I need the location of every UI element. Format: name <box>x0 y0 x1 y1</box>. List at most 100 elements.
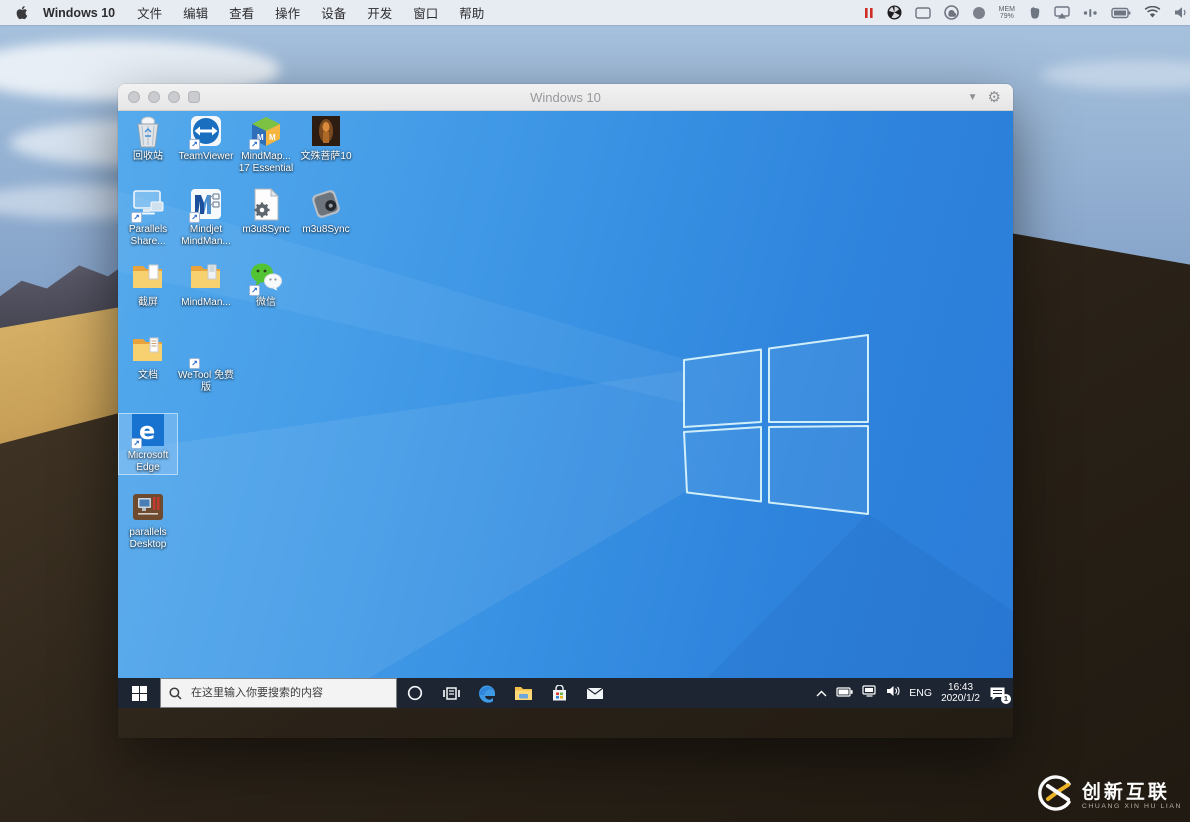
action-center-button[interactable]: 1 <box>989 686 1011 704</box>
menu-window[interactable]: 窗口 <box>413 3 438 22</box>
desktop-icon-label: 微信 <box>256 297 276 308</box>
tray-clock[interactable]: 16:43 2020/1/2 <box>941 682 980 704</box>
shortcut-arrow-icon: ↗ <box>131 438 142 449</box>
chevron-down-icon[interactable]: ▼ <box>968 92 978 103</box>
evernote-icon[interactable] <box>1028 6 1041 20</box>
desktop-icon-label: TeamViewer <box>178 151 234 162</box>
shortcut-arrow-icon: ↗ <box>189 139 200 150</box>
desktop-icon-label: Parallels Share... <box>128 224 168 247</box>
desktop-icon-label: Mindjet MindMan... <box>181 224 231 247</box>
tray-date: 2020/1/2 <box>941 693 980 704</box>
desktop-icon-label: parallels Desktop <box>129 527 167 550</box>
file-explorer-button[interactable] <box>505 678 541 708</box>
desktop-icon-parallels-desktop[interactable]: parallels Desktop <box>119 491 177 551</box>
edge-taskbar-button[interactable] <box>469 678 505 708</box>
menu-devices[interactable]: 设备 <box>321 3 346 22</box>
desktop-icon-label: 截屏 <box>138 297 158 308</box>
desktop-icon-label: 文档 <box>138 370 158 381</box>
notification-badge: 1 <box>1001 693 1011 704</box>
tray-language-indicator[interactable]: ENG <box>909 687 932 699</box>
mail-icon <box>586 687 604 699</box>
desktop-icon-mindmap17[interactable]: M M ↗ MindMap... 17 Essential <box>237 115 295 175</box>
mail-button[interactable] <box>577 678 613 708</box>
airplay-icon[interactable] <box>1054 6 1070 19</box>
gear-icon[interactable]: ⚙ <box>988 88 1001 106</box>
windows-desktop[interactable]: 回收站 ↗ TeamViewer M M ↗ MindMap... 17 Ess… <box>118 111 1013 708</box>
audio-switcher-icon[interactable] <box>1083 8 1098 18</box>
parallels-desktop-icon <box>130 491 166 525</box>
volume-icon[interactable] <box>1174 6 1188 19</box>
shared-monitor-icon: ↗ <box>130 188 166 223</box>
pause-status-icon[interactable] <box>864 7 874 19</box>
photo-thumbnail-icon <box>308 115 344 149</box>
tray-battery-icon[interactable] <box>836 684 853 702</box>
creative-cloud-icon[interactable] <box>943 5 959 20</box>
wetool-icon: ↗ <box>188 334 224 369</box>
desktop-icon-screenshots-folder[interactable]: 截屏 <box>119 261 177 309</box>
search-input[interactable] <box>189 686 373 700</box>
desktop-icon-wechat[interactable]: ↗ 微信 <box>237 261 295 309</box>
desktop-icon-teamviewer[interactable]: ↗ TeamViewer <box>177 115 235 163</box>
desktop-icon-label: WeTool 免费版 <box>178 370 234 393</box>
desktop-icon-label: Microsoft Edge <box>127 450 169 473</box>
desktop-icon-parallels-shared[interactable]: ↗ Parallels Share... <box>119 188 177 248</box>
shortcut-arrow-icon: ↗ <box>189 358 200 369</box>
mindmap-cube-icon: M M ↗ <box>248 115 284 150</box>
menu-develop[interactable]: 开发 <box>367 3 392 22</box>
menu-view[interactable]: 查看 <box>229 3 254 22</box>
desktop-icon-recycle-bin[interactable]: 回收站 <box>119 115 177 163</box>
keyboard-battery-icon[interactable] <box>1111 7 1131 19</box>
desktop-icon-mindjet[interactable]: ↗ Mindjet MindMan... <box>177 188 235 248</box>
desktop-icon-photo-wenshu[interactable]: 文殊菩萨10 <box>297 115 355 163</box>
shortcut-arrow-icon: ↗ <box>249 285 260 296</box>
watermark-title: 创新互联 <box>1081 781 1170 803</box>
task-view-button[interactable] <box>433 678 469 708</box>
fan-app-icon[interactable] <box>887 5 902 20</box>
desktop-icon-m3u8sync-app[interactable]: m3u8Sync <box>297 188 355 236</box>
desktop-icon-microsoft-edge[interactable]: e ↗ Microsoft Edge <box>118 413 178 475</box>
wechat-icon: ↗ <box>248 261 284 296</box>
system-tray: ENG 16:43 2020/1/2 1 <box>816 678 1013 708</box>
desktop-icon-label: m3u8Sync <box>242 224 290 235</box>
shortcut-arrow-icon: ↗ <box>131 212 142 223</box>
edge-icon <box>478 685 495 703</box>
watermark: 创新互联 CHUANG XIN HU LIAN <box>1037 775 1182 816</box>
task-view-icon <box>442 686 460 700</box>
windows-logo-icon <box>131 685 147 701</box>
tray-volume-icon[interactable] <box>886 684 900 702</box>
desktop-icon-m3u8sync-doc[interactable]: m3u8Sync <box>237 188 295 236</box>
shortcut-arrow-icon: ↗ <box>249 139 260 150</box>
menu-edit[interactable]: 编辑 <box>183 3 208 22</box>
apple-menu-icon[interactable] <box>16 5 29 20</box>
cloud <box>1040 60 1190 90</box>
dark-package-icon <box>308 188 344 222</box>
desktop-icon-mindman-folder[interactable]: MindMan... <box>177 261 235 309</box>
menu-help[interactable]: 帮助 <box>459 3 484 22</box>
desktop-icon-documents-folder[interactable]: 文档 <box>119 334 177 382</box>
tray-time: 16:43 <box>948 682 974 693</box>
start-button[interactable] <box>118 678 160 708</box>
memory-indicator[interactable]: MEM 79% <box>999 6 1015 20</box>
store-button[interactable] <box>541 678 577 708</box>
svg-text:M: M <box>269 133 276 142</box>
desktop-icon-wetool[interactable]: ↗ WeTool 免费版 <box>177 334 235 394</box>
dot-status-icon[interactable] <box>972 6 986 20</box>
wifi-icon[interactable] <box>1144 6 1161 19</box>
vm-titlebar[interactable]: Windows 10 ▼ ⚙ <box>118 84 1013 111</box>
cortana-button[interactable] <box>397 678 433 708</box>
menu-file[interactable]: 文件 <box>137 3 162 22</box>
tray-chevron-icon[interactable] <box>816 684 827 702</box>
mindjet-icon: ↗ <box>188 188 224 223</box>
taskbar-search-box[interactable] <box>160 678 397 708</box>
desktop-icon-label: 文殊菩萨10 <box>300 151 352 162</box>
display-status-icon[interactable] <box>914 6 931 19</box>
shortcut-arrow-icon: ↗ <box>189 212 200 223</box>
windows-taskbar: ENG 16:43 2020/1/2 1 <box>118 678 1013 708</box>
teamviewer-icon: ↗ <box>188 115 224 150</box>
watermark-logo-icon <box>1037 775 1074 816</box>
menu-actions[interactable]: 操作 <box>275 3 300 22</box>
macos-menubar: Windows 10 文件 编辑 查看 操作 设备 开发 窗口 帮助 MEM 7… <box>0 0 1190 25</box>
tray-network-icon[interactable] <box>862 684 877 702</box>
search-icon <box>169 686 182 700</box>
menubar-app-name[interactable]: Windows 10 <box>43 6 115 20</box>
